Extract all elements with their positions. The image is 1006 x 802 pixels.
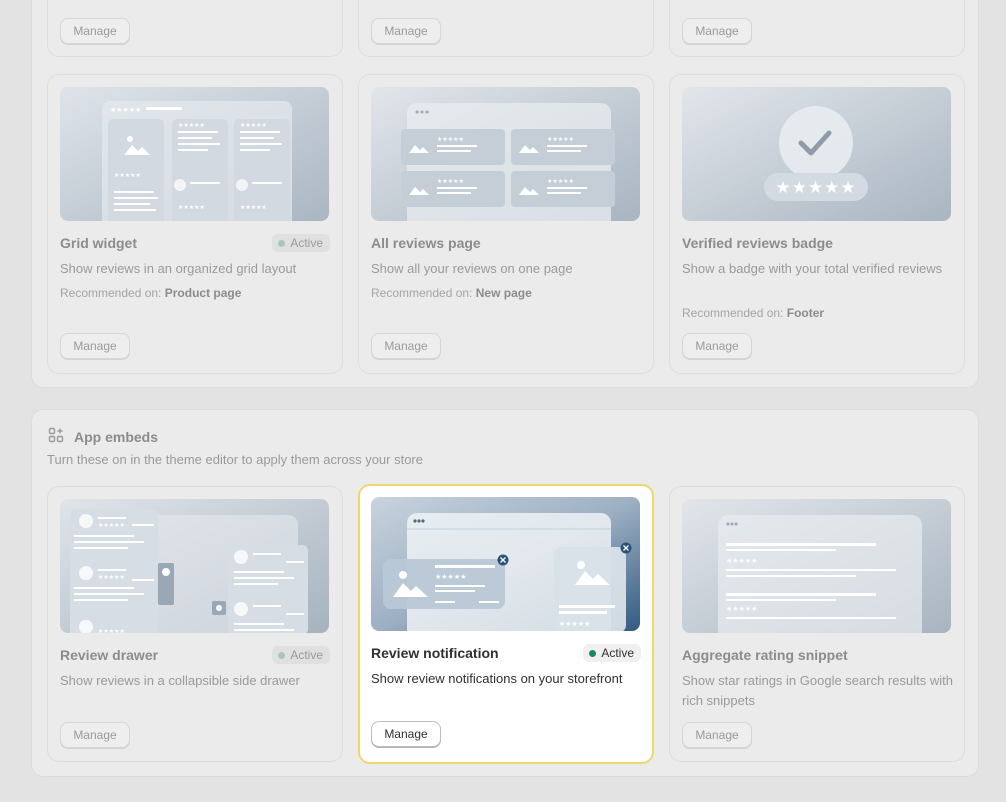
manage-button[interactable]: Manage [60, 333, 130, 359]
manage-button[interactable]: Manage [371, 18, 441, 44]
svg-text:★★★★★: ★★★★★ [98, 628, 125, 633]
app-embeds-header: App embeds [48, 427, 158, 446]
review-notification-card: ★★★★★ ★★★★★ Review notification Active S… [358, 484, 654, 764]
recommended-on: Recommended on: Product page [60, 286, 241, 300]
svg-text:★★★★★: ★★★★★ [178, 204, 205, 211]
status-badge-label: Active [601, 646, 634, 660]
grid-widget-preview: ★★★★★ ★★★★★ ★★★★★ ★★★★★ ★★★★★ ★★★★★ [60, 87, 329, 221]
card-description: Show all your reviews on one page [371, 261, 573, 276]
verified-reviews-badge-card: ★★★★★ Verified reviews badge Show a badg… [669, 74, 965, 374]
svg-text:★★★★★: ★★★★★ [178, 122, 205, 129]
manage-button[interactable]: Manage [60, 722, 130, 748]
grid-widget-card: ★★★★★ ★★★★★ ★★★★★ ★★★★★ ★★★★★ ★★★★★ Grid… [47, 74, 343, 374]
status-dot [278, 239, 286, 247]
recommended-label: Recommended on: [371, 286, 473, 300]
widget-card: Manage [47, 0, 343, 57]
status-badge: Active [583, 644, 641, 662]
svg-text:★★★★★: ★★★★★ [240, 122, 267, 129]
svg-text:★★★★★: ★★★★★ [98, 522, 125, 529]
recommended-value: New page [475, 286, 532, 300]
recommended-label: Recommended on: [682, 306, 784, 320]
card-title: Grid widget [60, 235, 137, 251]
all-reviews-preview: ★★★★★ ★★★★★ ★★★★★ ★★★★★ [371, 87, 640, 221]
card-title: Review notification [371, 645, 499, 661]
review-drawer-card: ★★★★★ ★★★★★ ★★★★★ Review drawer Active S… [47, 486, 343, 762]
manage-button[interactable]: Manage [682, 18, 752, 44]
status-dot [278, 651, 286, 659]
status-badge: Active [272, 646, 330, 664]
svg-text:★★★★★: ★★★★★ [559, 620, 590, 628]
card-description: Show a badge with your total verified re… [682, 261, 943, 276]
aggregate-rating-snippet-card: ★★★★★ ★★★★★ Aggregate rating snippet Sho… [669, 486, 965, 762]
section-subtitle: Turn these on in the theme editor to app… [47, 452, 423, 467]
aggregate-rating-preview: ★★★★★ ★★★★★ [682, 499, 951, 633]
svg-text:★★★★★: ★★★★★ [437, 136, 464, 143]
manage-button[interactable]: Manage [682, 333, 752, 359]
svg-text:★★★★★: ★★★★★ [98, 574, 125, 581]
recommended-on: Recommended on: New page [371, 286, 532, 300]
card-title: Review drawer [60, 647, 159, 663]
recommended-on: Recommended on: Footer [682, 306, 824, 320]
manage-button[interactable]: Manage [371, 333, 441, 359]
svg-text:★★★★★: ★★★★★ [775, 178, 856, 198]
card-description: Show star ratings in Google search resul… [682, 673, 953, 708]
svg-text:★★★★★: ★★★★★ [437, 178, 464, 185]
widget-card: Manage [669, 0, 965, 57]
recommended-value: Footer [786, 306, 825, 320]
svg-text:★★★★★: ★★★★★ [726, 557, 757, 565]
manage-button[interactable]: Manage [682, 722, 752, 748]
card-description: Show reviews in a collapsible side drawe… [60, 673, 300, 688]
status-dot [589, 649, 597, 657]
section-title: App embeds [74, 428, 159, 445]
card-description: Show review notifications on your storef… [371, 671, 623, 686]
svg-text:★★★★★: ★★★★★ [110, 106, 141, 114]
recommended-label: Recommended on: [60, 286, 162, 300]
theme-widgets-section: Manage Manage Manage ★★★★★ ★★★★★ ★★★★★ ★… [31, 0, 979, 388]
card-title: Aggregate rating snippet [682, 647, 848, 663]
card-title: Verified reviews badge [682, 235, 833, 251]
all-reviews-page-card: ★★★★★ ★★★★★ ★★★★★ ★★★★★ All reviews page… [358, 74, 654, 374]
verified-badge-preview: ★★★★★ [682, 87, 951, 221]
status-badge-label: Active [290, 236, 323, 250]
card-description: Show reviews in an organized grid layout [60, 261, 297, 276]
apps-add-icon [48, 427, 64, 446]
svg-text:★★★★★: ★★★★★ [114, 172, 141, 179]
app-embeds-section: App embeds Turn these on in the theme ed… [31, 409, 979, 777]
manage-button[interactable]: Manage [60, 18, 130, 44]
review-drawer-preview: ★★★★★ ★★★★★ ★★★★★ [60, 499, 329, 633]
svg-text:★★★★★: ★★★★★ [547, 136, 574, 143]
review-notification-preview: ★★★★★ ★★★★★ [371, 497, 640, 631]
manage-button[interactable]: Manage [371, 721, 441, 747]
status-badge-label: Active [290, 648, 323, 662]
svg-text:★★★★★: ★★★★★ [435, 573, 466, 581]
status-badge: Active [272, 234, 330, 252]
svg-text:★★★★★: ★★★★★ [240, 204, 267, 211]
recommended-value: Product page [164, 286, 242, 300]
svg-text:★★★★★: ★★★★★ [726, 605, 757, 613]
card-title: All reviews page [371, 235, 481, 251]
widget-card: Manage [358, 0, 654, 57]
svg-text:★★★★★: ★★★★★ [547, 178, 574, 185]
